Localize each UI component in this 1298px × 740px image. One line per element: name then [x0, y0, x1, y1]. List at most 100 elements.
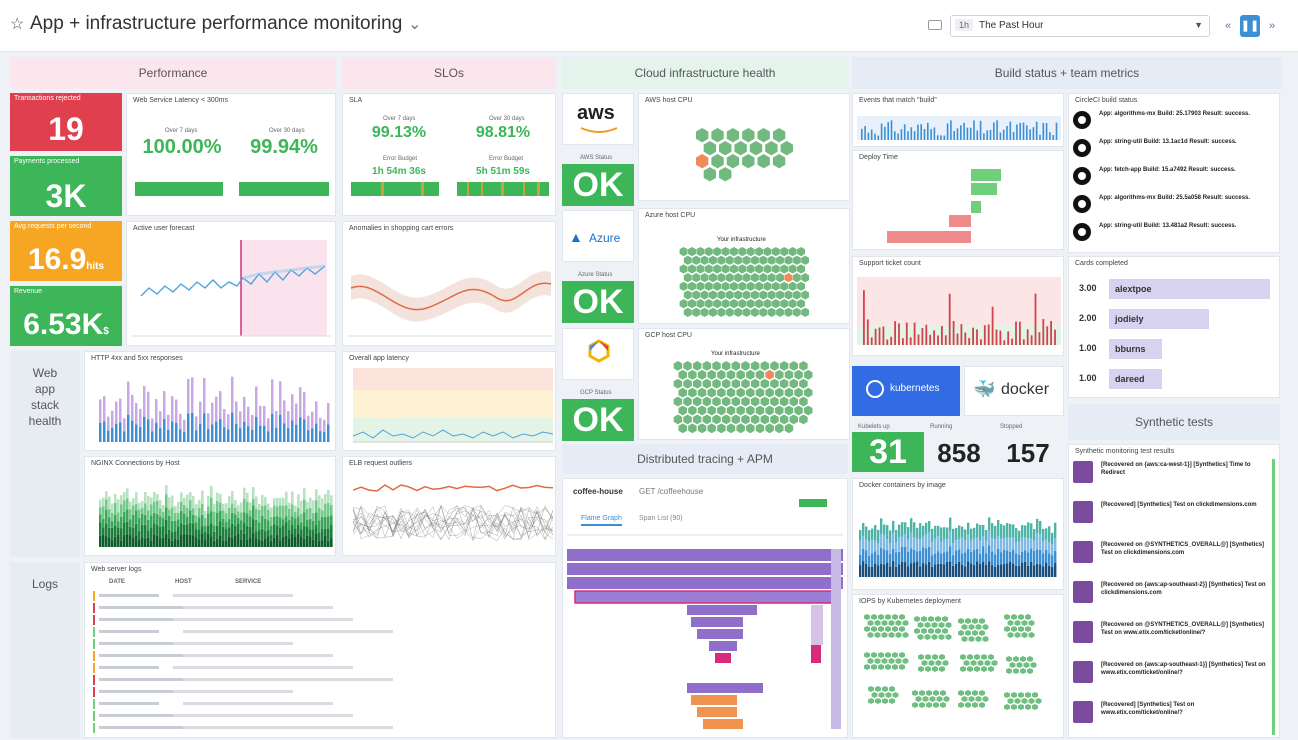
aws-cpu-panel[interactable]: AWS host CPU: [638, 93, 850, 201]
datadog-icon: [1073, 661, 1093, 683]
synthetic-alert-item[interactable]: [Recovered on {aws:ap-southeast-1}] [Syn…: [1073, 659, 1266, 697]
rewind-button[interactable]: «: [1218, 15, 1238, 37]
build-item[interactable]: App: string-util Build: 13.1ac1d Result:…: [1073, 136, 1277, 164]
latency-slo-panel[interactable]: Web Service Latency < 300ms Over 7 days …: [126, 93, 336, 216]
circleci-icon: [1073, 139, 1091, 157]
circleci-icon: [1073, 167, 1091, 185]
datadog-icon: [1073, 461, 1093, 483]
web-server-logs-panel[interactable]: Web server logs DATE HOST SERVICE: [84, 562, 556, 738]
anomalies-chart: [347, 271, 553, 337]
trace-panel[interactable]: coffee-house GET /coffeehouse Flame Grap…: [562, 478, 848, 738]
support-tickets-panel[interactable]: Support ticket count: [852, 256, 1064, 356]
synthetic-alert-item[interactable]: [Recovered] [Synthetics] Test on clickdi…: [1073, 499, 1263, 537]
datadog-icon: [1073, 621, 1093, 643]
datadog-icon: [1073, 541, 1093, 563]
gcp-cpu-panel[interactable]: GCP host CPU Your infrastructure: [638, 328, 850, 440]
azure-cpu-panel[interactable]: Azure host CPU Your infrastructure: [638, 208, 850, 324]
build-text: App: string-util Build: 13.1ac1d Result:…: [1099, 139, 1237, 145]
trace-service[interactable]: coffee-house: [573, 487, 623, 496]
docker-logo-tile: 🐳 docker: [964, 366, 1064, 416]
section-slos: SLOs: [342, 57, 556, 89]
scrollbar[interactable]: [1272, 459, 1275, 735]
chevron-down-icon[interactable]: ⌄: [408, 14, 421, 34]
card-count: 1.00: [1079, 373, 1097, 383]
tab-flame-graph[interactable]: Flame Graph: [581, 515, 622, 526]
log-lines: [93, 591, 549, 735]
cards-completed-panel[interactable]: Cards completed 3.00 alextpoe 2.00 jodiely 1…: [1068, 256, 1280, 398]
status-badge: [799, 499, 827, 507]
build-item[interactable]: App: algorithms-mx Build: 25.17903 Resul…: [1073, 108, 1277, 136]
synthetic-alert-text: [Recovered] [Synthetics] Test on www.eti…: [1101, 702, 1195, 716]
panel-title: Active user forecast: [133, 225, 195, 232]
kubelets-label: Kubelets up: [858, 424, 890, 430]
col-host[interactable]: HOST: [175, 579, 192, 585]
build-item[interactable]: App: fetch-app Build: 15.a7492 Result: s…: [1073, 164, 1277, 192]
docker-icon: 🐳: [973, 379, 996, 399]
active-user-forecast-panel[interactable]: Active user forecast: [126, 221, 336, 346]
sla-panel[interactable]: SLA Over 7 days 99.13% Over 30 days 98.8…: [342, 93, 556, 216]
nginx-connections-panel[interactable]: NGINX Connections by Host: [84, 456, 336, 556]
build-events-panel[interactable]: Events that match "build": [852, 93, 1064, 147]
circleci-panel[interactable]: CircleCI build status App: algorithms-mx…: [1068, 93, 1280, 253]
kubelets-up-value[interactable]: 31: [852, 432, 924, 472]
pause-button[interactable]: ❚❚: [1240, 15, 1260, 37]
aws-status-ok[interactable]: OK: [562, 164, 634, 206]
gcp-logo-panel: [562, 328, 634, 380]
tile-transactions-rejected[interactable]: Transactions rejected 19: [10, 93, 122, 151]
circleci-icon: [1073, 223, 1091, 241]
panel-title: Support ticket count: [859, 260, 921, 267]
col-service[interactable]: SERVICE: [235, 579, 261, 585]
flame-graph: [567, 534, 843, 729]
synthetic-alert-text: [Recovered on @SYNTHETICS_OVERALL@] [Syn…: [1101, 622, 1265, 636]
caret-down-icon: ▼: [1194, 20, 1203, 30]
synthetic-alert-item[interactable]: [Recovered on {aws:ap-southeast-2}] [Syn…: [1073, 579, 1266, 617]
panel-title: AWS host CPU: [645, 97, 693, 104]
tile-revenue[interactable]: Revenue 6.53K$: [10, 286, 122, 346]
iops-panel[interactable]: IOPS by Kubernetes deployment: [852, 594, 1064, 738]
panel-title: Web Service Latency < 300ms: [133, 97, 229, 104]
status-label: GCP Status: [580, 390, 612, 396]
forecast-chart: [131, 240, 331, 337]
build-item[interactable]: App: string-util Build: 13.481a2 Result:…: [1073, 220, 1277, 248]
synthetic-alert-item[interactable]: [Recovered on @SYNTHETICS_OVERALL@] [Syn…: [1073, 619, 1265, 657]
time-range-selector[interactable]: 1h The Past Hour ▼: [950, 15, 1210, 37]
synthetic-alert-item[interactable]: [Recovered on {aws:ca-west-1}] [Syntheti…: [1073, 459, 1263, 497]
tile-unit: hits: [86, 261, 105, 272]
panel-title: GCP host CPU: [645, 332, 692, 339]
forward-button[interactable]: »: [1262, 15, 1282, 37]
build-text: App: algorithms-mx Build: 25.17903 Resul…: [1099, 111, 1251, 117]
star-icon[interactable]: ☆: [10, 14, 24, 34]
elb-outliers-panel[interactable]: ELB request outliers: [342, 456, 556, 556]
datadog-icon: [1073, 501, 1093, 523]
keyboard-icon[interactable]: [928, 20, 942, 30]
app-latency-panel[interactable]: Overall app latency: [342, 351, 556, 451]
panel-title: NGINX Connections by Host: [91, 460, 180, 467]
section-synthetic: Synthetic tests: [1068, 404, 1280, 440]
azure-icon: ▲: [569, 229, 583, 245]
infra-label: Your infrastructure: [711, 351, 760, 357]
card-count: 1.00: [1079, 343, 1097, 353]
panel-title: Docker containers by image: [859, 482, 946, 489]
build-item[interactable]: App: algorithms-mx Build: 25.5a058 Resul…: [1073, 192, 1277, 220]
panel-title: CircleCI build status: [1075, 97, 1138, 104]
tab-span-list[interactable]: Span List (90): [639, 515, 683, 522]
deploy-time-panel[interactable]: Deploy Time: [852, 150, 1064, 250]
http-responses-chart: [99, 376, 330, 442]
stopped-label: Stopped: [1000, 424, 1023, 430]
col-date[interactable]: DATE: [109, 579, 125, 585]
synthetic-results-panel[interactable]: Synthetic monitoring test results [Recov…: [1068, 444, 1280, 738]
http-responses-panel[interactable]: HTTP 4xx and 5xx responses: [84, 351, 336, 451]
gcp-status-ok[interactable]: OK: [562, 399, 634, 441]
synthetic-alert-item[interactable]: [Recovered on @SYNTHETICS_OVERALL@] [Syn…: [1073, 539, 1264, 577]
azure-status-ok[interactable]: OK: [562, 281, 634, 323]
anomalies-panel[interactable]: Anomalies in shopping cart errors: [342, 221, 556, 346]
tile-avg-requests[interactable]: Avg requests per second 16.9hits: [10, 221, 122, 281]
synthetic-alert-text: [Recovered on {aws:ap-southeast-2}] [Syn…: [1101, 582, 1266, 596]
dashboard-title[interactable]: App + infrastructure performance monitor…: [30, 13, 402, 35]
tile-payments-processed[interactable]: Payments processed 3K: [10, 156, 122, 216]
synthetic-alert-item[interactable]: [Recovered] [Synthetics] Test on www.eti…: [1073, 699, 1263, 737]
panel-title: IOPS by Kubernetes deployment: [859, 598, 961, 605]
panel-title: Cards completed: [1075, 260, 1128, 267]
docker-containers-panel[interactable]: Docker containers by image: [852, 478, 1064, 590]
running-value: 858: [937, 438, 981, 468]
